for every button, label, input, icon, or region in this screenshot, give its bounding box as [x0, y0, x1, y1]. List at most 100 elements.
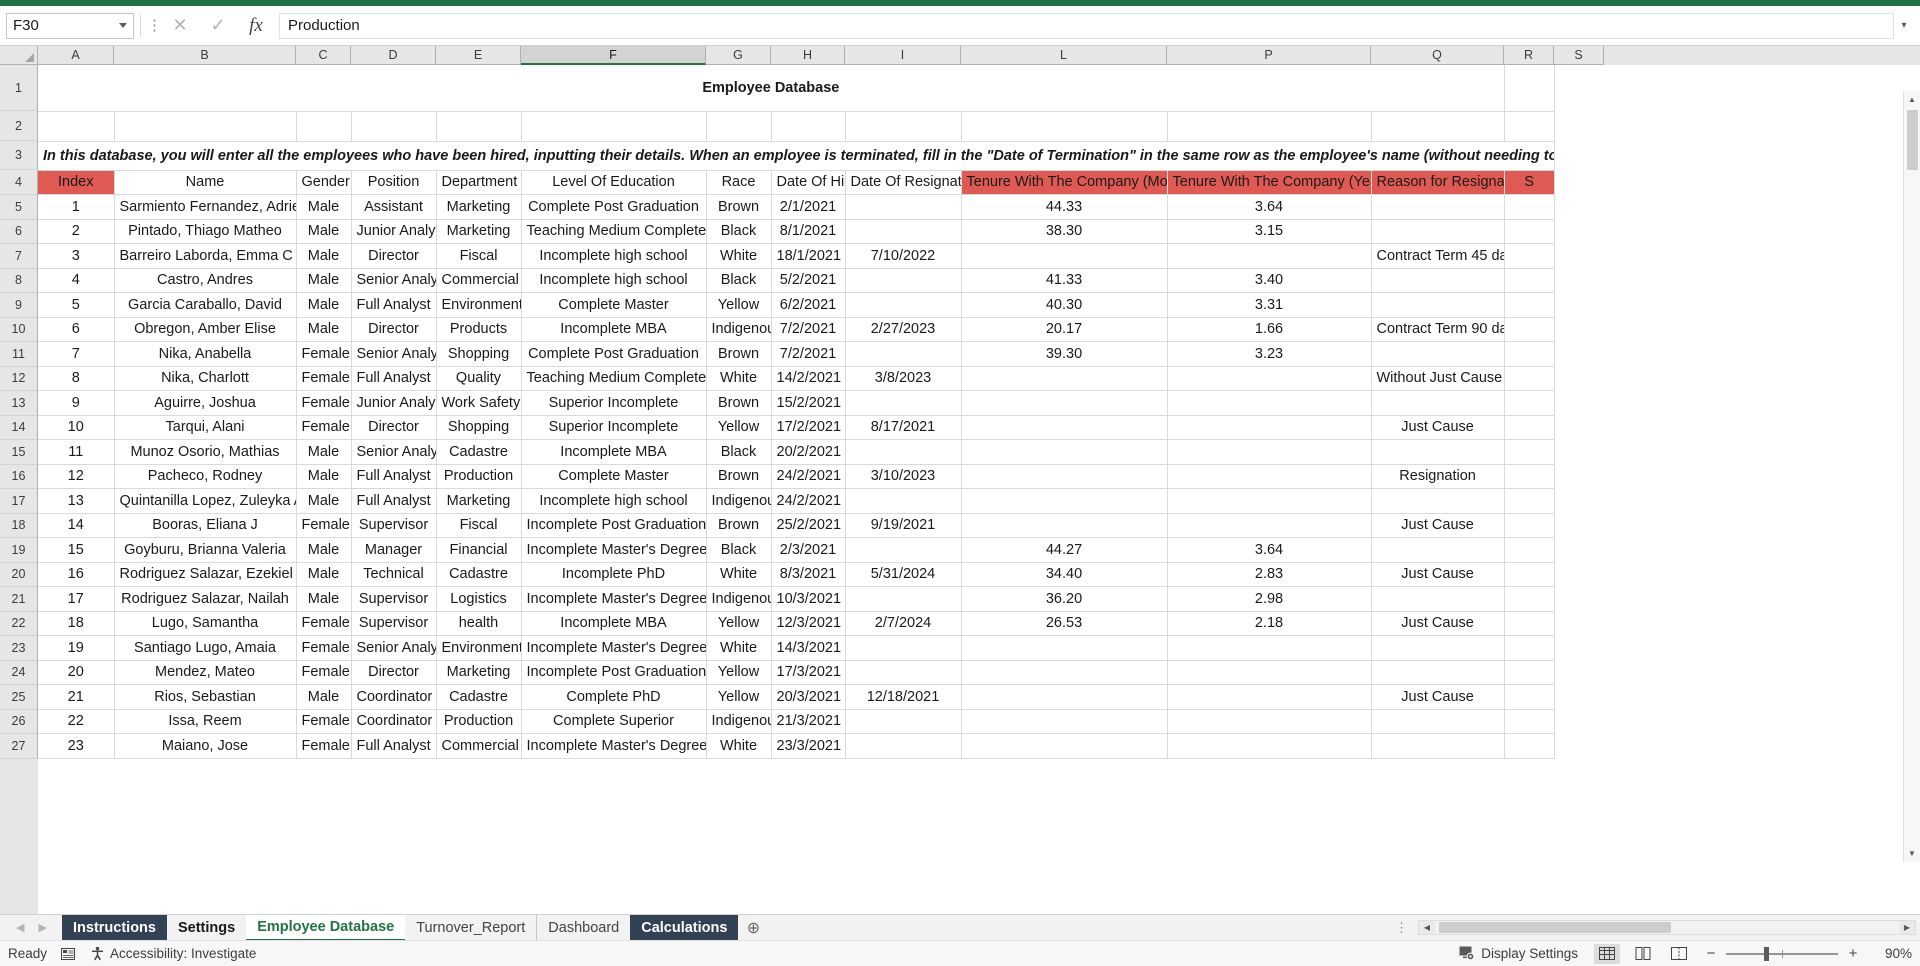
cell-r12-c12[interactable]: [1504, 366, 1555, 391]
chevron-down-icon[interactable]: [119, 23, 127, 28]
cell-r15-c0[interactable]: 11: [38, 439, 115, 465]
column-header-L[interactable]: L: [961, 46, 1167, 65]
cell-r19-c2[interactable]: Male: [296, 537, 352, 563]
cell-r21-c9[interactable]: 36.20: [961, 586, 1168, 612]
cell-r20-c5[interactable]: Incomplete PhD: [521, 562, 707, 587]
cell-r17-c6[interactable]: Indigenous: [706, 488, 772, 514]
cell-r12-c10[interactable]: [1167, 366, 1372, 391]
cell-r9-c2[interactable]: Male: [296, 292, 352, 318]
cell-r12-c2[interactable]: Female: [296, 366, 352, 391]
cell-r26-c11[interactable]: [1371, 709, 1505, 734]
cell-r21-c6[interactable]: Indigenous: [706, 586, 772, 612]
row-header-13[interactable]: 13: [0, 391, 38, 416]
cell-r22-c4[interactable]: health: [436, 611, 522, 636]
sheet-tab-employee-database[interactable]: Employee Database: [246, 914, 406, 941]
cell-r16-c5[interactable]: Complete Master: [521, 464, 707, 489]
cell-r7-c9[interactable]: [961, 243, 1168, 269]
cell-r12-c0[interactable]: 8: [38, 366, 115, 391]
chevron-right-icon[interactable]: ▶: [38, 921, 46, 934]
cell-r6-c7[interactable]: 8/1/2021: [771, 219, 846, 244]
cell-r9-c9[interactable]: 40.30: [961, 292, 1168, 318]
cell-r26-c10[interactable]: [1167, 709, 1372, 734]
row-header-11[interactable]: 11: [0, 342, 38, 367]
cell-r19-c4[interactable]: Financial: [436, 537, 522, 563]
cell-r5-c7[interactable]: 2/1/2021: [771, 194, 846, 220]
sheet-tab-settings[interactable]: Settings: [167, 915, 246, 941]
cell-r6-c1[interactable]: Pintado, Thiago Matheo: [114, 219, 297, 244]
cell-r25-c8[interactable]: 12/18/2021: [845, 684, 962, 710]
row-header-3[interactable]: 3: [0, 141, 38, 170]
cell-r21-c2[interactable]: Male: [296, 586, 352, 612]
cell-r24-c12[interactable]: [1504, 660, 1555, 685]
cell-r11-c8[interactable]: [845, 341, 962, 367]
cell-r20-c10[interactable]: 2.83: [1167, 562, 1372, 587]
cell-r21-c3[interactable]: Supervisor: [351, 586, 437, 612]
cell-r22-c6[interactable]: Yellow: [706, 611, 772, 636]
cell-r10-c5[interactable]: Incomplete MBA: [521, 317, 707, 342]
cell-r19-c0[interactable]: 15: [38, 537, 115, 563]
row-header-2[interactable]: 2: [0, 111, 38, 141]
cell-r18-c11[interactable]: Just Cause: [1371, 513, 1505, 538]
cell-r24-c0[interactable]: 20: [38, 660, 115, 685]
column-header-D[interactable]: D: [351, 46, 436, 65]
cell-r9-c11[interactable]: [1371, 292, 1505, 318]
cell-r10-c4[interactable]: Products: [436, 317, 522, 342]
chevron-down-icon[interactable]: ▼: [1904, 845, 1920, 862]
cell-r23-c0[interactable]: 19: [38, 635, 115, 661]
column-header-P[interactable]: P: [1167, 46, 1371, 65]
cell-r10-c11[interactable]: Contract Term 90 days: [1371, 317, 1505, 342]
cell-r16-c10[interactable]: [1167, 464, 1372, 489]
cell-r15-c4[interactable]: Cadastre: [436, 439, 522, 465]
display-settings-button[interactable]: Display Settings: [1459, 946, 1578, 961]
cell-r8-c1[interactable]: Castro, Andres: [114, 268, 297, 293]
cell-r25-c5[interactable]: Complete PhD: [521, 684, 707, 710]
cell-r6-c5[interactable]: Teaching Medium Complete: [521, 219, 707, 244]
cell-r24-c5[interactable]: Incomplete Post Graduation: [521, 660, 707, 685]
cell-r10-c2[interactable]: Male: [296, 317, 352, 342]
cell-r23-c7[interactable]: 14/3/2021: [771, 635, 846, 661]
cell-r21-c8[interactable]: [845, 586, 962, 612]
cell-r20-c3[interactable]: Technical: [351, 562, 437, 587]
cell-r24-c7[interactable]: 17/3/2021: [771, 660, 846, 685]
cell-r25-c1[interactable]: Rios, Sebastian: [114, 684, 297, 710]
cell-r14-c11[interactable]: Just Cause: [1371, 415, 1505, 440]
cell-r8-c2[interactable]: Male: [296, 268, 352, 293]
cell-r21-c7[interactable]: 10/3/2021: [771, 586, 846, 612]
cell-r15-c11[interactable]: [1371, 439, 1505, 465]
chevron-up-icon[interactable]: ▲: [1904, 91, 1920, 108]
cell-r8-c8[interactable]: [845, 268, 962, 293]
row-header-20[interactable]: 20: [0, 562, 38, 587]
cell-r9-c6[interactable]: Yellow: [706, 292, 772, 318]
cell-r6-c6[interactable]: Black: [706, 219, 772, 244]
cell-r12-c5[interactable]: Teaching Medium Complete: [521, 366, 707, 391]
cell-r18-c1[interactable]: Booras, Eliana J: [114, 513, 297, 538]
more-options-icon[interactable]: ⋮: [147, 18, 162, 33]
cell-r17-c12[interactable]: [1504, 488, 1555, 514]
cell-r8-c12[interactable]: [1504, 268, 1555, 293]
cell-r5-c8[interactable]: [845, 194, 962, 220]
cell-r14-c4[interactable]: Shopping: [436, 415, 522, 440]
horizontal-scrollbar[interactable]: ◀ ▶: [1418, 920, 1916, 935]
zoom-thumb[interactable]: [1764, 946, 1769, 961]
cell-r27-c0[interactable]: 23: [38, 733, 115, 759]
cell-r21-c4[interactable]: Logistics: [436, 586, 522, 612]
row-header-8[interactable]: 8: [0, 268, 38, 293]
column-header-S[interactable]: S: [1554, 46, 1604, 65]
cell-r9-c7[interactable]: 6/2/2021: [771, 292, 846, 318]
cell-r25-c12[interactable]: [1504, 684, 1555, 710]
cell-r15-c7[interactable]: 20/2/2021: [771, 439, 846, 465]
cell-r16-c1[interactable]: Pacheco, Rodney: [114, 464, 297, 489]
cell-r22-c1[interactable]: Lugo, Samantha: [114, 611, 297, 636]
cell-r14-c8[interactable]: 8/17/2021: [845, 415, 962, 440]
cell-r12-c6[interactable]: White: [706, 366, 772, 391]
cell-r20-c4[interactable]: Cadastre: [436, 562, 522, 587]
cell-r6-c9[interactable]: 38.30: [961, 219, 1168, 244]
cell-r13-c0[interactable]: 9: [38, 390, 115, 416]
cell-r22-c5[interactable]: Incomplete MBA: [521, 611, 707, 636]
sheet-tab-calculations[interactable]: Calculations: [630, 914, 739, 941]
cell-r16-c2[interactable]: Male: [296, 464, 352, 489]
cell-r8-c4[interactable]: Commercial: [436, 268, 522, 293]
cell-r16-c8[interactable]: 3/10/2023: [845, 464, 962, 489]
sheet-tab-dashboard[interactable]: Dashboard: [536, 914, 630, 941]
cell-r26-c6[interactable]: Indigenous: [706, 709, 772, 734]
